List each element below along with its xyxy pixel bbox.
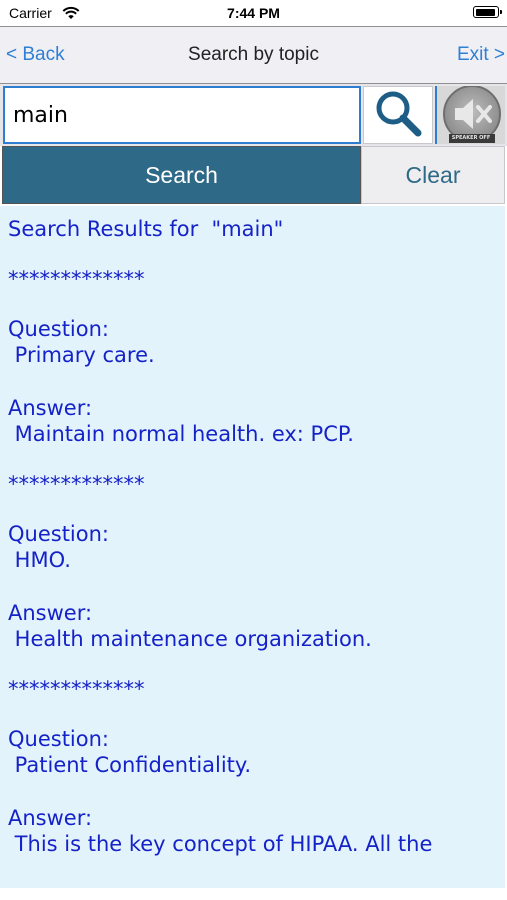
status-bar: Carrier 7:44 PM: [0, 0, 507, 26]
question-label: Question:: [8, 522, 110, 546]
action-row: Search Clear: [0, 146, 507, 206]
answer-text: This is the key concept of HIPAA. All th…: [8, 832, 433, 856]
search-row: SPEAKER OFF: [0, 84, 507, 146]
navigation-bar: < Back Search by topic Exit >: [0, 26, 507, 84]
clear-button[interactable]: Clear: [361, 146, 505, 204]
question-label: Question:: [8, 727, 110, 751]
question-label: Question:: [8, 317, 110, 341]
separator: *************: [8, 677, 145, 701]
answer-label: Answer:: [8, 396, 93, 420]
answer-text: Health maintenance organization.: [8, 627, 372, 651]
results-panel[interactable]: Search Results for "main" ************* …: [0, 206, 505, 888]
clock: 7:44 PM: [227, 5, 280, 21]
answer-label: Answer:: [8, 806, 93, 830]
results-header: Search Results for "main": [8, 217, 284, 241]
results-text: Search Results for "main" ************* …: [8, 216, 501, 857]
answer-text: Maintain normal health. ex: PCP.: [8, 422, 354, 446]
magnifier-button[interactable]: [363, 86, 433, 144]
search-input[interactable]: [3, 86, 361, 144]
separator: *************: [8, 472, 145, 496]
question-text: Patient Confidentiality.: [8, 753, 252, 777]
answer-label: Answer:: [8, 601, 93, 625]
question-text: Primary care.: [8, 343, 155, 367]
speaker-toggle-button[interactable]: SPEAKER OFF: [435, 86, 505, 144]
search-button[interactable]: Search: [2, 146, 361, 204]
search-icon: [373, 88, 423, 142]
exit-button[interactable]: Exit >: [457, 44, 505, 66]
question-text: HMO.: [8, 548, 71, 572]
battery-icon: [473, 6, 502, 18]
separator: *************: [8, 267, 145, 291]
page-title: Search by topic: [188, 44, 319, 65]
speaker-off-caption: SPEAKER OFF: [451, 135, 491, 141]
